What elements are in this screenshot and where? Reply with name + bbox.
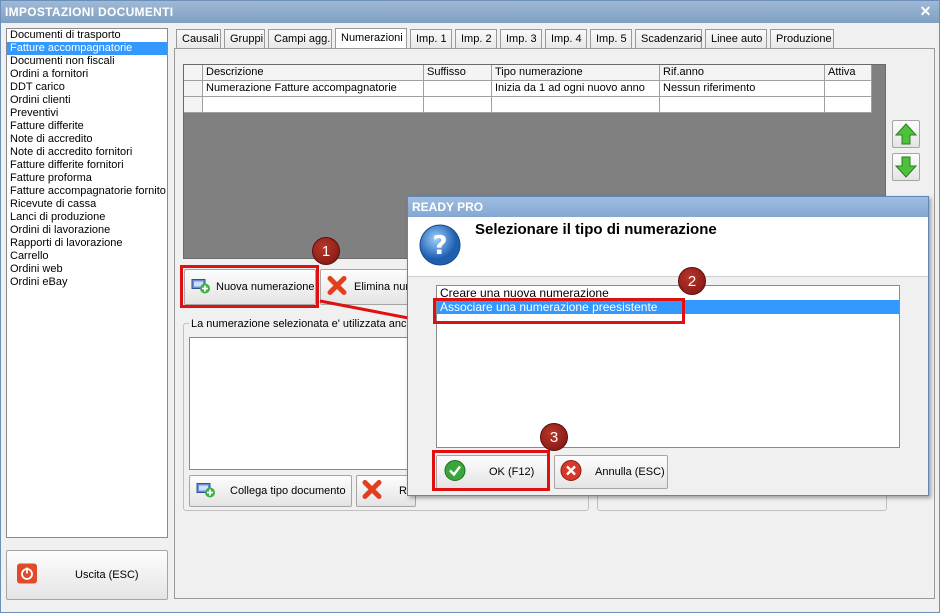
cell-rifanno[interactable]: Nessun riferimento: [660, 81, 825, 97]
annotation-box-2: [433, 298, 685, 324]
list-item[interactable]: Ordini clienti: [7, 94, 167, 107]
delete-icon: [361, 479, 383, 504]
dialog-heading: Selezionare il tipo di numerazione: [475, 221, 717, 238]
col-header-suffisso: Suffisso: [424, 65, 492, 81]
arrow-up-icon: [894, 123, 918, 145]
document-type-list[interactable]: Documenti di trasporto Fatture accompagna…: [6, 28, 168, 538]
list-item[interactable]: DDT carico: [7, 81, 167, 94]
col-header-tipo: Tipo numerazione: [492, 65, 660, 81]
table-row[interactable]: Numerazione Fatture accompagnatorie Iniz…: [184, 81, 872, 97]
cancel-button[interactable]: Annulla (ESC): [554, 455, 668, 489]
tab-imp-2[interactable]: Imp. 2: [455, 29, 497, 48]
list-item[interactable]: Rapporti di lavorazione: [7, 237, 167, 250]
exit-button-label: Uscita (ESC): [75, 569, 139, 581]
tab-imp-4[interactable]: Imp. 4: [545, 29, 587, 48]
add-document-icon: [196, 481, 216, 502]
list-item[interactable]: Ordini di lavorazione: [7, 224, 167, 237]
annotation-badge-2: 2: [678, 267, 706, 295]
list-item[interactable]: Fatture accompagnatorie: [7, 42, 167, 55]
row-selector[interactable]: [184, 81, 203, 97]
svg-text:?: ?: [432, 231, 447, 261]
cell-descrizione[interactable]: Numerazione Fatture accompagnatorie: [203, 81, 424, 97]
cell-attiva[interactable]: [825, 81, 872, 97]
move-up-button[interactable]: [892, 120, 920, 148]
list-item[interactable]: Note di accredito: [7, 133, 167, 146]
table-row[interactable]: [184, 97, 872, 113]
cell-empty[interactable]: [203, 97, 424, 113]
list-item[interactable]: Fatture accompagnatorie fornito: [7, 185, 167, 198]
close-icon[interactable]: ✕: [918, 4, 933, 19]
usage-list[interactable]: [189, 337, 409, 470]
annotation-badge-3: 3: [540, 423, 568, 451]
annotation-badge-1: 1: [312, 237, 340, 265]
tab-linee-auto[interactable]: Linee auto: [705, 29, 767, 48]
link-document-type-button[interactable]: Collega tipo documento: [189, 475, 352, 507]
list-item[interactable]: Carrello: [7, 250, 167, 263]
tab-imp-5[interactable]: Imp. 5: [590, 29, 632, 48]
annotation-box-3: [432, 450, 550, 491]
cancel-icon: [560, 460, 582, 485]
cell-suffisso[interactable]: [424, 81, 492, 97]
dialog-header: ? Selezionare il tipo di numerazione: [408, 217, 928, 277]
list-item[interactable]: Ordini eBay: [7, 276, 167, 289]
question-icon: ?: [418, 223, 462, 270]
col-header-descrizione: Descrizione: [203, 65, 424, 81]
cell-empty[interactable]: [825, 97, 872, 113]
tab-produzione[interactable]: Produzione: [770, 29, 834, 48]
tab-gruppi[interactable]: Gruppi: [224, 29, 265, 48]
list-item[interactable]: Ordini a fornitori: [7, 68, 167, 81]
window-title: IMPOSTAZIONI DOCUMENTI: [1, 1, 939, 23]
list-item[interactable]: Lanci di produzione: [7, 211, 167, 224]
row-selector[interactable]: [184, 97, 203, 113]
cell-tipo[interactable]: Inizia da 1 ad ogni nuovo anno: [492, 81, 660, 97]
tab-causali[interactable]: Causali: [176, 29, 221, 48]
annotation-box-1: [180, 265, 319, 308]
list-item[interactable]: Fatture differite fornitori: [7, 159, 167, 172]
list-item[interactable]: Ricevute di cassa: [7, 198, 167, 211]
list-item[interactable]: Ordini web: [7, 263, 167, 276]
list-item[interactable]: Preventivi: [7, 107, 167, 120]
tab-imp-3[interactable]: Imp. 3: [500, 29, 542, 48]
cancel-button-label: Annulla (ESC): [595, 466, 665, 478]
list-item[interactable]: Fatture proforma: [7, 172, 167, 185]
move-down-button[interactable]: [892, 153, 920, 181]
dialog-title: READY PRO: [408, 197, 928, 217]
link-document-type-label: Collega tipo documento: [230, 485, 346, 497]
tab-imp-1[interactable]: Imp. 1: [410, 29, 452, 48]
settings-window: IMPOSTAZIONI DOCUMENTI ✕ Documenti di tr…: [0, 0, 940, 613]
col-header-rifanno: Rif.anno: [660, 65, 825, 81]
cell-empty[interactable]: [660, 97, 825, 113]
col-header-attiva: Attiva: [825, 65, 872, 81]
list-item[interactable]: Documenti di trasporto: [7, 29, 167, 42]
list-item[interactable]: Note di accredito fornitori: [7, 146, 167, 159]
cell-empty[interactable]: [492, 97, 660, 113]
power-icon: [17, 563, 37, 587]
list-item[interactable]: Fatture differite: [7, 120, 167, 133]
cell-empty[interactable]: [424, 97, 492, 113]
grid-corner: [184, 65, 203, 81]
exit-button[interactable]: Uscita (ESC): [6, 550, 168, 600]
arrow-down-icon: [894, 156, 918, 178]
tab-campi-agg[interactable]: Campi agg.: [268, 29, 332, 48]
tab-numerazioni[interactable]: Numerazioni: [335, 28, 407, 48]
grid-header-row: Descrizione Suffisso Tipo numerazione Ri…: [184, 65, 872, 81]
list-item[interactable]: Documenti non fiscali: [7, 55, 167, 68]
tab-scadenzario[interactable]: Scadenzario: [635, 29, 702, 48]
